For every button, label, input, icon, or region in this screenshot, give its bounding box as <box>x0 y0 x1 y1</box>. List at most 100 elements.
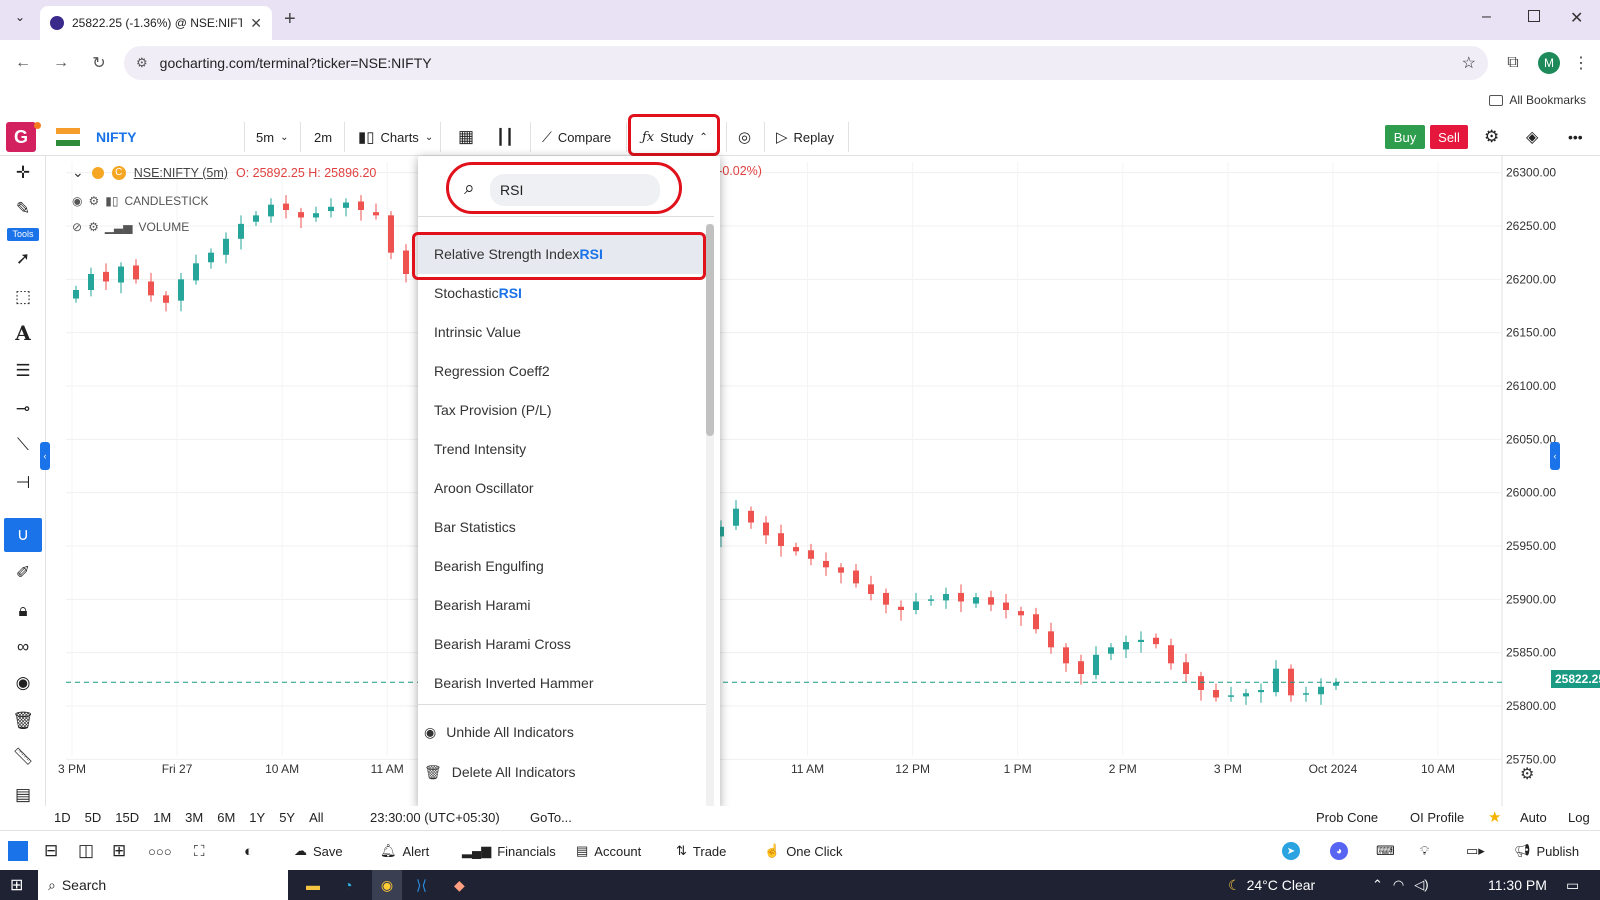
app-icon[interactable]: ◆ <box>454 870 465 900</box>
measure-tool-icon[interactable]: ⊣ <box>10 470 36 496</box>
vscode-icon[interactable]: ⟩⟨ <box>416 870 427 900</box>
clock[interactable]: 11:30 PM <box>1488 870 1547 900</box>
range-option[interactable]: 1D <box>54 810 71 825</box>
charts-button[interactable]: ▮▯ Charts ⌄ <box>352 118 439 156</box>
log-scale-button[interactable]: Log <box>1568 810 1590 825</box>
financials-button[interactable]: ▂▄▆ Financials <box>462 831 556 871</box>
fullscreen-button[interactable]: ⛶ <box>194 831 205 871</box>
favorite-star-icon[interactable]: ★ <box>1488 808 1501 826</box>
range-option[interactable]: 1Y <box>249 810 265 825</box>
range-option[interactable]: 15D <box>115 810 139 825</box>
more-layouts-button[interactable]: ○○○ <box>148 831 172 871</box>
range-option[interactable]: 1M <box>153 810 171 825</box>
eye-icon[interactable]: ◉ <box>72 194 82 208</box>
hidden-eye-icon[interactable]: ⊘ <box>72 220 82 234</box>
study-result-item[interactable]: Regression Coeff2 <box>418 351 708 391</box>
chart-area[interactable]: 26300.00 26250.00 26200.00 26150.00 26100.00… <box>40 156 1600 806</box>
bookmark-star-icon[interactable]: ☆ <box>1462 53 1476 73</box>
weather-widget[interactable]: ☾ 24°C Clear <box>1228 870 1315 900</box>
range-option[interactable]: 5Y <box>279 810 295 825</box>
delete-all-indicators-item[interactable]: 🗑︎ Delete All Indicators <box>418 752 708 792</box>
collapse-chevron-icon[interactable]: ⌄ <box>72 164 84 181</box>
close-window-icon[interactable]: ✕ <box>1570 8 1583 28</box>
lock-icon[interactable]: 🔒︎ <box>10 598 36 624</box>
forward-icon[interactable]: → <box>48 54 74 72</box>
publish-button[interactable]: 📢︎ Publish <box>1514 831 1579 871</box>
one-click-button[interactable]: ☝ One Click <box>764 831 843 871</box>
indicator-template-button[interactable]: ┃┃ <box>490 118 520 156</box>
right-collapse-handle[interactable]: ‹ <box>1550 442 1560 470</box>
replay-button[interactable]: ▷ Replay <box>770 118 840 156</box>
all-bookmarks-link[interactable]: All Bookmarks <box>1509 93 1586 107</box>
crosshair-tool-icon[interactable]: ✛ <box>10 160 36 186</box>
layout-grid-button[interactable]: ▦ <box>452 118 480 156</box>
left-collapse-handle[interactable]: ‹ <box>40 442 50 470</box>
range-option[interactable]: 3M <box>185 810 203 825</box>
theme-button[interactable]: ◐ <box>244 831 253 871</box>
pointer-tool-icon[interactable]: ➚ <box>10 246 36 272</box>
study-result-item[interactable]: Trend Intensity <box>418 429 708 469</box>
edge-icon[interactable]: ◔ <box>344 870 352 900</box>
goto-button[interactable]: GoTo... <box>530 810 572 825</box>
app-logo[interactable]: G <box>6 122 36 152</box>
split-v-layout-button[interactable]: ◫ <box>78 831 94 871</box>
reload-icon[interactable]: ↻ <box>86 53 112 73</box>
study-result-item[interactable]: Bearish Inverted Hammer <box>418 663 708 703</box>
gear-icon[interactable]: ⚙ <box>88 220 99 234</box>
close-tab-icon[interactable]: ✕ <box>250 15 262 32</box>
layers-button[interactable]: ◈ <box>1520 118 1544 156</box>
discord-button[interactable]: ◕ <box>1330 831 1348 871</box>
range-option[interactable]: All <box>309 810 323 825</box>
text-tool-icon[interactable]: A <box>10 320 36 346</box>
telegram-button[interactable]: ➤ <box>1282 831 1300 871</box>
taskbar-search[interactable]: ⌕ Search <box>38 870 288 900</box>
range-option[interactable]: 6M <box>217 810 235 825</box>
dropdown-scrollbar[interactable] <box>706 224 714 814</box>
back-icon[interactable]: ← <box>10 54 36 72</box>
single-layout-button[interactable] <box>8 831 28 871</box>
interval-selector[interactable]: 5m ⌄ <box>250 118 294 156</box>
keyboard-button[interactable]: ⌨ <box>1376 831 1395 871</box>
price-chart[interactable]: 26300.00 26250.00 26200.00 26150.00 26100.00… <box>46 156 1600 806</box>
pencil-tool-icon[interactable]: ✎ <box>10 196 36 222</box>
more-button[interactable]: ••• <box>1562 118 1589 156</box>
start-button[interactable]: ⊞ <box>10 870 23 900</box>
trash-icon[interactable]: 🗑︎ <box>10 708 36 734</box>
study-result-item[interactable]: Aroon Oscillator <box>418 468 708 508</box>
study-result-item[interactable]: Bearish Harami Cross <box>418 624 708 664</box>
study-result-item[interactable]: Intrinsic Value <box>418 312 708 352</box>
video-button[interactable]: ▭▸ <box>1466 831 1485 871</box>
magnet-tool-icon[interactable]: ∪ <box>4 518 42 552</box>
browser-menu-icon[interactable]: ⋮ <box>1572 53 1590 73</box>
legend-symbol[interactable]: NSE:NIFTY (5m) <box>134 166 228 180</box>
rectangle-tool-icon[interactable]: ⬚ <box>10 284 36 310</box>
trendline-tool-icon[interactable]: ⟍ <box>10 432 36 458</box>
chrome-icon[interactable]: ◉ <box>372 870 402 900</box>
oi-profile-button[interactable]: OI Profile <box>1410 810 1464 825</box>
eye-icon[interactable]: ◉ <box>10 670 36 696</box>
restore-icon[interactable] <box>1528 10 1540 22</box>
ideas-button[interactable]: 💡︎ <box>1420 831 1429 871</box>
scrollbar-thumb[interactable] <box>706 224 714 436</box>
ruler-icon[interactable]: 📏︎ <box>10 744 36 770</box>
browser-tab[interactable]: 25822.25 (-1.36%) @ NSE:NIFTY ✕ <box>40 6 272 40</box>
file-explorer-icon[interactable]: ▬ <box>306 870 320 900</box>
minimize-icon[interactable]: – <box>1482 8 1491 26</box>
auto-scale-button[interactable]: Auto <box>1520 810 1547 825</box>
notification-icon[interactable]: ▭ <box>1566 870 1579 900</box>
gear-icon[interactable]: ⚙ <box>88 194 99 208</box>
book-icon[interactable]: ▤ <box>10 782 36 808</box>
extensions-icon[interactable]: ⧉ <box>1500 54 1526 72</box>
save-button[interactable]: ☁ Save <box>294 831 343 871</box>
account-button[interactable]: ▤ Account <box>576 831 641 871</box>
study-result-item[interactable]: Bar Statistics <box>418 507 708 547</box>
compare-button[interactable]: ⟋ Compare <box>536 118 617 156</box>
unhide-all-indicators-item[interactable]: ◉ Unhide All Indicators <box>418 712 708 752</box>
link-icon[interactable]: ∞ <box>10 634 36 660</box>
study-result-item[interactable]: Bearish Engulfing <box>418 546 708 586</box>
sell-button[interactable]: Sell <box>1430 125 1468 149</box>
site-info-icon[interactable]: ⚙ <box>136 55 148 71</box>
new-tab-button[interactable]: + <box>284 8 296 31</box>
profile-avatar[interactable]: M <box>1538 52 1560 74</box>
tab-list-icon[interactable]: ⌄ <box>10 10 30 30</box>
